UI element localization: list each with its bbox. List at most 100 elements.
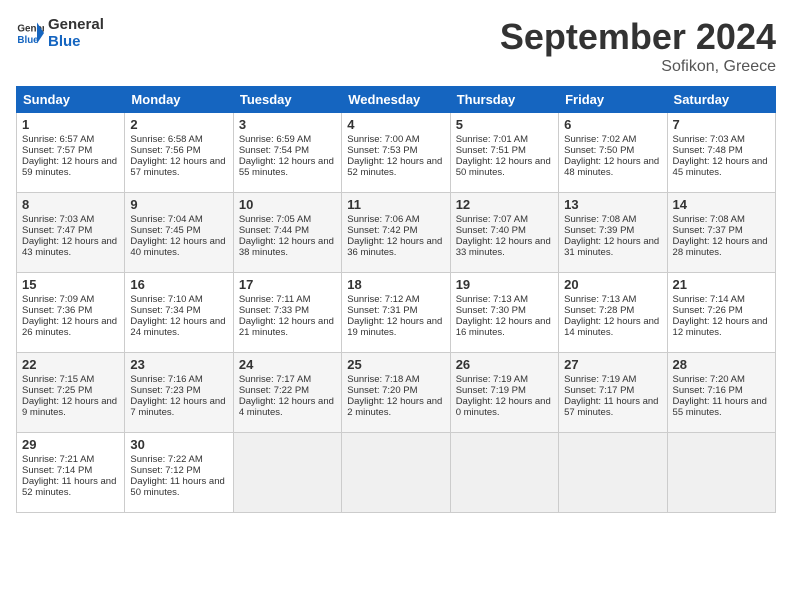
sunrise-text: Sunrise: 7:15 AM bbox=[22, 374, 119, 385]
sunset-text: Sunset: 7:57 PM bbox=[22, 145, 119, 156]
calendar-cell: 26Sunrise: 7:19 AMSunset: 7:19 PMDayligh… bbox=[450, 353, 558, 433]
calendar-cell: 24Sunrise: 7:17 AMSunset: 7:22 PMDayligh… bbox=[233, 353, 341, 433]
header: General Blue General Blue September 2024… bbox=[16, 16, 776, 76]
calendar-cell: 14Sunrise: 7:08 AMSunset: 7:37 PMDayligh… bbox=[667, 193, 775, 273]
title-area: September 2024 Sofikon, Greece bbox=[500, 16, 776, 76]
sunset-text: Sunset: 7:47 PM bbox=[22, 225, 119, 236]
day-number: 2 bbox=[130, 117, 227, 132]
daylight-text: Daylight: 12 hours and 2 minutes. bbox=[347, 396, 444, 418]
sunset-text: Sunset: 7:42 PM bbox=[347, 225, 444, 236]
daylight-text: Daylight: 12 hours and 50 minutes. bbox=[456, 156, 553, 178]
sunset-text: Sunset: 7:25 PM bbox=[22, 385, 119, 396]
calendar-cell: 27Sunrise: 7:19 AMSunset: 7:17 PMDayligh… bbox=[559, 353, 667, 433]
sunrise-text: Sunrise: 7:13 AM bbox=[456, 294, 553, 305]
calendar-cell: 29Sunrise: 7:21 AMSunset: 7:14 PMDayligh… bbox=[17, 433, 125, 513]
day-number: 17 bbox=[239, 277, 336, 292]
sunrise-text: Sunrise: 7:09 AM bbox=[22, 294, 119, 305]
sunrise-text: Sunrise: 7:12 AM bbox=[347, 294, 444, 305]
sunrise-text: Sunrise: 7:03 AM bbox=[673, 134, 770, 145]
day-number: 15 bbox=[22, 277, 119, 292]
col-saturday: Saturday bbox=[667, 87, 775, 113]
calendar-cell: 8Sunrise: 7:03 AMSunset: 7:47 PMDaylight… bbox=[17, 193, 125, 273]
calendar-cell bbox=[667, 433, 775, 513]
sunset-text: Sunset: 7:30 PM bbox=[456, 305, 553, 316]
col-tuesday: Tuesday bbox=[233, 87, 341, 113]
sunset-text: Sunset: 7:40 PM bbox=[456, 225, 553, 236]
day-number: 20 bbox=[564, 277, 661, 292]
calendar-cell: 12Sunrise: 7:07 AMSunset: 7:40 PMDayligh… bbox=[450, 193, 558, 273]
sunset-text: Sunset: 7:39 PM bbox=[564, 225, 661, 236]
calendar-cell: 20Sunrise: 7:13 AMSunset: 7:28 PMDayligh… bbox=[559, 273, 667, 353]
sunrise-text: Sunrise: 7:04 AM bbox=[130, 214, 227, 225]
calendar-week-row: 29Sunrise: 7:21 AMSunset: 7:14 PMDayligh… bbox=[17, 433, 776, 513]
col-sunday: Sunday bbox=[17, 87, 125, 113]
calendar-cell: 11 Sunrise: 7:06 AMSunset: 7:42 PMDayligh… bbox=[342, 193, 450, 273]
day-number: 4 bbox=[347, 117, 444, 132]
daylight-text: Daylight: 12 hours and 9 minutes. bbox=[22, 396, 119, 418]
day-number: 19 bbox=[456, 277, 553, 292]
sunrise-text: Sunrise: 7:01 AM bbox=[456, 134, 553, 145]
calendar-cell: 13Sunrise: 7:08 AMSunset: 7:39 PMDayligh… bbox=[559, 193, 667, 273]
day-number: 3 bbox=[239, 117, 336, 132]
col-monday: Monday bbox=[125, 87, 233, 113]
day-number: 12 bbox=[456, 197, 553, 212]
daylight-text: Daylight: 12 hours and 28 minutes. bbox=[673, 236, 770, 258]
calendar-cell bbox=[233, 433, 341, 513]
daylight-text: Daylight: 12 hours and 55 minutes. bbox=[239, 156, 336, 178]
daylight-text: Daylight: 12 hours and 36 minutes. bbox=[347, 236, 444, 258]
sunset-text: Sunset: 7:48 PM bbox=[673, 145, 770, 156]
calendar-cell: 7Sunrise: 7:03 AMSunset: 7:48 PMDaylight… bbox=[667, 113, 775, 193]
sunrise-text: Sunrise: 7:17 AM bbox=[239, 374, 336, 385]
sunrise-text: Sunrise: 7:02 AM bbox=[564, 134, 661, 145]
sunset-text: Sunset: 7:16 PM bbox=[673, 385, 770, 396]
day-number: 24 bbox=[239, 357, 336, 372]
daylight-text: Daylight: 12 hours and 59 minutes. bbox=[22, 156, 119, 178]
daylight-text: Daylight: 12 hours and 16 minutes. bbox=[456, 316, 553, 338]
sunset-text: Sunset: 7:23 PM bbox=[130, 385, 227, 396]
daylight-text: Daylight: 12 hours and 7 minutes. bbox=[130, 396, 227, 418]
calendar-cell: 23Sunrise: 7:16 AMSunset: 7:23 PMDayligh… bbox=[125, 353, 233, 433]
logo-line2: Blue bbox=[48, 33, 104, 50]
day-number: 28 bbox=[673, 357, 770, 372]
calendar-cell: 1Sunrise: 6:57 AMSunset: 7:57 PMDaylight… bbox=[17, 113, 125, 193]
sunset-text: Sunset: 7:56 PM bbox=[130, 145, 227, 156]
daylight-text: Daylight: 12 hours and 40 minutes. bbox=[130, 236, 227, 258]
daylight-text: Daylight: 12 hours and 31 minutes. bbox=[564, 236, 661, 258]
calendar-week-row: 15Sunrise: 7:09 AMSunset: 7:36 PMDayligh… bbox=[17, 273, 776, 353]
sunrise-text: Sunrise: 7:05 AM bbox=[239, 214, 336, 225]
daylight-text: Daylight: 12 hours and 24 minutes. bbox=[130, 316, 227, 338]
day-number: 13 bbox=[564, 197, 661, 212]
calendar-cell: 9Sunrise: 7:04 AMSunset: 7:45 PMDaylight… bbox=[125, 193, 233, 273]
sunset-text: Sunset: 7:54 PM bbox=[239, 145, 336, 156]
day-number: 27 bbox=[564, 357, 661, 372]
day-number: 30 bbox=[130, 437, 227, 452]
day-number: 21 bbox=[673, 277, 770, 292]
daylight-text: Daylight: 12 hours and 57 minutes. bbox=[130, 156, 227, 178]
sunset-text: Sunset: 7:22 PM bbox=[239, 385, 336, 396]
sunset-text: Sunset: 7:19 PM bbox=[456, 385, 553, 396]
sunrise-text: Sunrise: 7:19 AM bbox=[456, 374, 553, 385]
calendar-cell: 16Sunrise: 7:10 AMSunset: 7:34 PMDayligh… bbox=[125, 273, 233, 353]
sunrise-text: Sunrise: 7:19 AM bbox=[564, 374, 661, 385]
calendar-week-row: 1Sunrise: 6:57 AMSunset: 7:57 PMDaylight… bbox=[17, 113, 776, 193]
day-number: 7 bbox=[673, 117, 770, 132]
sunrise-text: Sunrise: 7:14 AM bbox=[673, 294, 770, 305]
calendar-week-row: 8Sunrise: 7:03 AMSunset: 7:47 PMDaylight… bbox=[17, 193, 776, 273]
daylight-text: Daylight: 12 hours and 19 minutes. bbox=[347, 316, 444, 338]
calendar-subtitle: Sofikon, Greece bbox=[500, 58, 776, 76]
sunrise-text: Sunrise: 7:06 AM bbox=[347, 214, 444, 225]
logo-line1: General bbox=[48, 16, 104, 33]
day-number: 11 bbox=[347, 197, 444, 212]
daylight-text: Daylight: 12 hours and 26 minutes. bbox=[22, 316, 119, 338]
daylight-text: Daylight: 12 hours and 43 minutes. bbox=[22, 236, 119, 258]
daylight-text: Daylight: 12 hours and 33 minutes. bbox=[456, 236, 553, 258]
sunrise-text: Sunrise: 7:11 AM bbox=[239, 294, 336, 305]
calendar-cell bbox=[559, 433, 667, 513]
sunset-text: Sunset: 7:14 PM bbox=[22, 465, 119, 476]
daylight-text: Daylight: 12 hours and 21 minutes. bbox=[239, 316, 336, 338]
daylight-text: Daylight: 12 hours and 52 minutes. bbox=[347, 156, 444, 178]
sunrise-text: Sunrise: 7:22 AM bbox=[130, 454, 227, 465]
sunset-text: Sunset: 7:53 PM bbox=[347, 145, 444, 156]
calendar-cell: 10Sunrise: 7:05 AMSunset: 7:44 PMDayligh… bbox=[233, 193, 341, 273]
day-number: 25 bbox=[347, 357, 444, 372]
